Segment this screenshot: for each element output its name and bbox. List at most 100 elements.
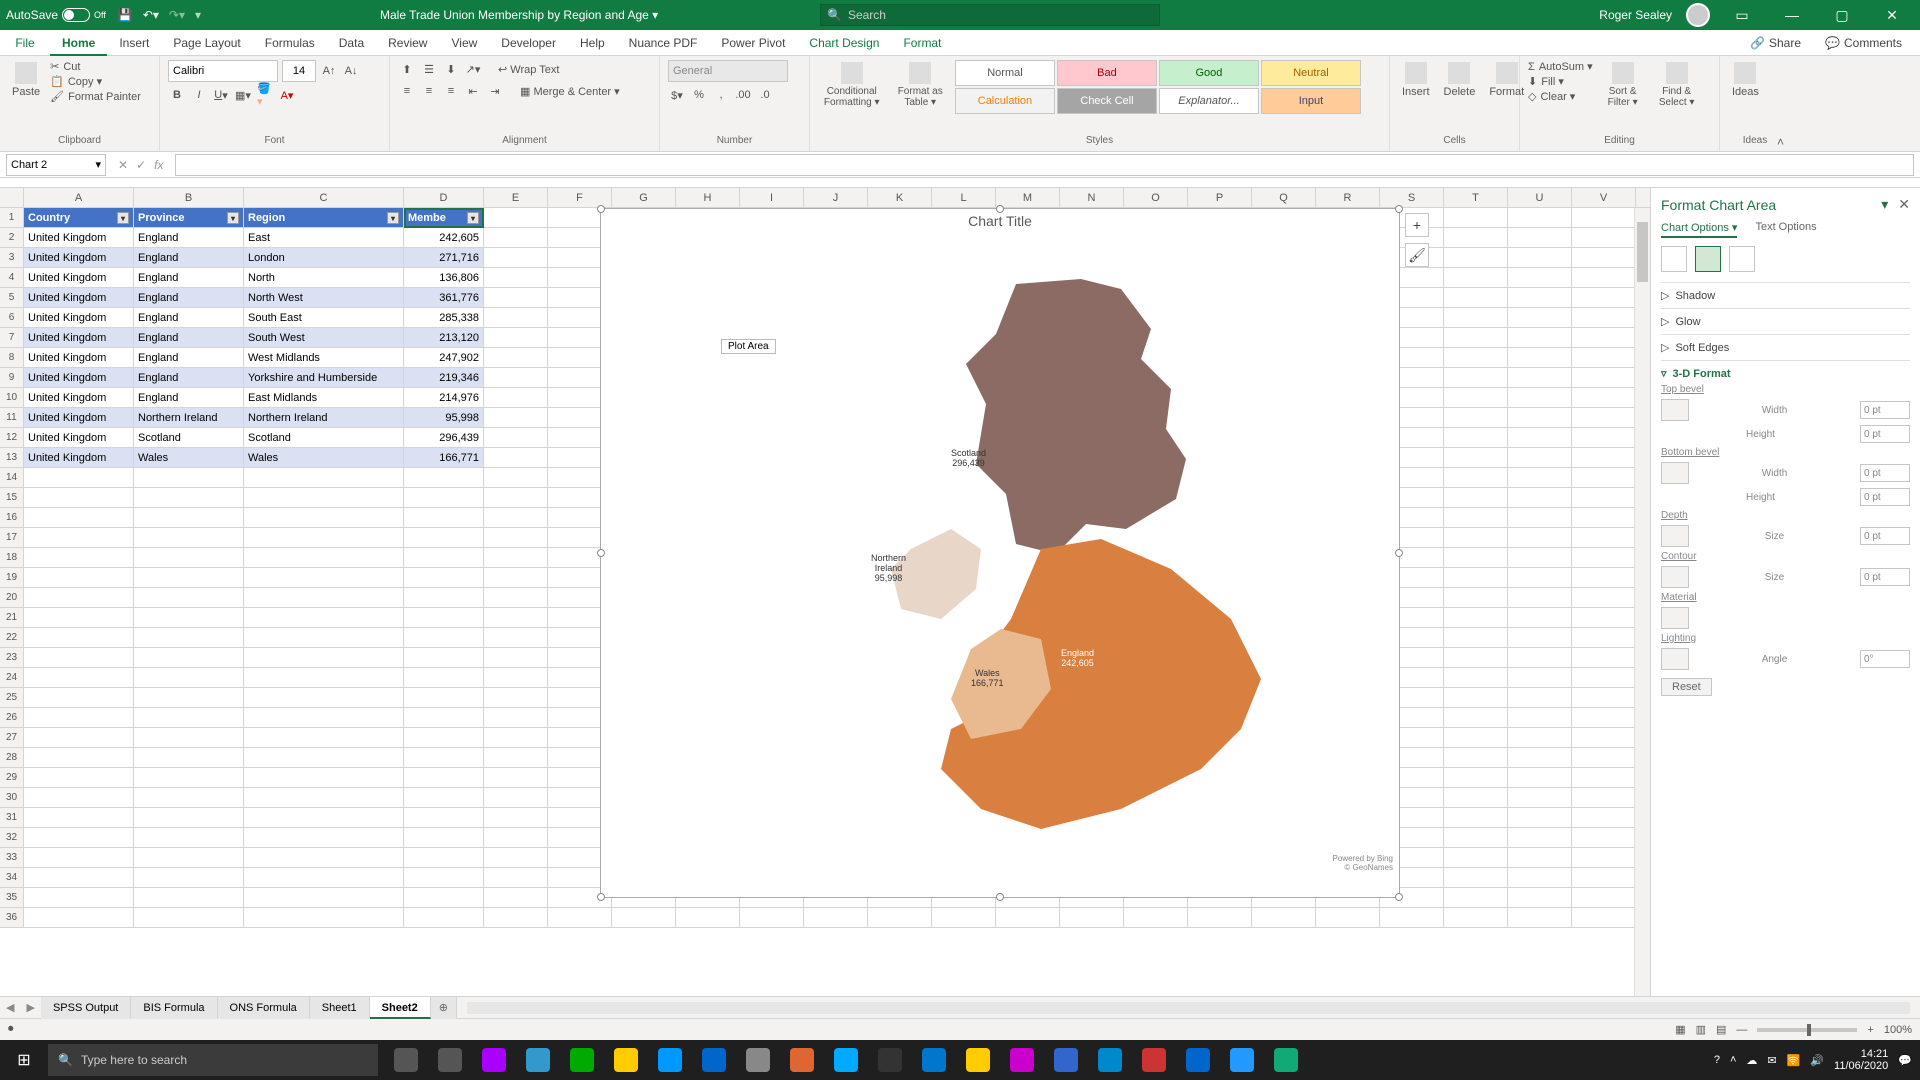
fill-button[interactable]: ⬇ Fill ▾ xyxy=(1528,75,1593,88)
chart-styles-button[interactable]: 🖌 xyxy=(1405,243,1429,267)
cell[interactable] xyxy=(484,288,548,308)
cell[interactable] xyxy=(484,728,548,748)
save-icon[interactable]: 💾 xyxy=(118,8,133,22)
zoom-slider[interactable] xyxy=(1757,1028,1857,1032)
cell[interactable] xyxy=(1444,568,1508,588)
cell[interactable] xyxy=(24,708,134,728)
cell[interactable] xyxy=(484,528,548,548)
row-header[interactable]: 2 xyxy=(0,228,24,248)
cell[interactable] xyxy=(244,608,404,628)
cell[interactable]: England xyxy=(134,288,244,308)
style-input[interactable]: Input xyxy=(1261,88,1361,114)
cell[interactable] xyxy=(1508,788,1572,808)
align-left-icon[interactable]: ≡ xyxy=(398,82,416,100)
cell[interactable] xyxy=(24,828,134,848)
cell[interactable] xyxy=(484,348,548,368)
underline-icon[interactable]: U▾ xyxy=(212,86,230,104)
taskbar-app[interactable] xyxy=(1222,1040,1262,1080)
col-header[interactable]: D xyxy=(404,188,484,207)
tab-nuance[interactable]: Nuance PDF xyxy=(617,30,710,56)
cell[interactable] xyxy=(1444,648,1508,668)
cell[interactable] xyxy=(484,688,548,708)
cell[interactable] xyxy=(244,488,404,508)
cell[interactable] xyxy=(484,508,548,528)
cell[interactable] xyxy=(1572,408,1636,428)
dec-decimal-icon[interactable]: .0 xyxy=(756,86,774,104)
cell[interactable] xyxy=(1572,308,1636,328)
cell[interactable]: United Kingdom xyxy=(24,288,134,308)
top-bevel-height[interactable] xyxy=(1860,425,1910,443)
cell[interactable] xyxy=(404,808,484,828)
tray-mail-icon[interactable]: ✉ xyxy=(1767,1054,1776,1067)
material-swatch[interactable] xyxy=(1661,607,1689,629)
cell[interactable] xyxy=(1508,648,1572,668)
bottom-bevel-swatch[interactable] xyxy=(1661,462,1689,484)
top-bevel-width[interactable] xyxy=(1860,401,1910,419)
cell[interactable] xyxy=(1188,908,1252,928)
cell[interactable] xyxy=(484,768,548,788)
resize-handle[interactable] xyxy=(1395,893,1403,901)
cell[interactable] xyxy=(484,708,548,728)
cell[interactable] xyxy=(1060,908,1124,928)
cell[interactable]: 242,605 xyxy=(404,228,484,248)
cell[interactable] xyxy=(24,588,134,608)
horizontal-scrollbar[interactable] xyxy=(467,1002,1910,1014)
cell[interactable]: 214,976 xyxy=(404,388,484,408)
cell[interactable] xyxy=(1124,908,1188,928)
cell[interactable]: United Kingdom xyxy=(24,328,134,348)
close-icon[interactable]: ✕ xyxy=(1874,7,1910,24)
cancel-formula-icon[interactable]: ✕ xyxy=(118,158,128,172)
cell[interactable] xyxy=(134,608,244,628)
cell[interactable] xyxy=(1444,228,1508,248)
start-button[interactable]: ⊞ xyxy=(0,1050,48,1070)
col-header[interactable]: M xyxy=(996,188,1060,207)
cell[interactable] xyxy=(404,528,484,548)
cell[interactable] xyxy=(1444,628,1508,648)
user-name[interactable]: Roger Sealey xyxy=(1599,8,1672,22)
cell[interactable] xyxy=(1508,408,1572,428)
undo-icon[interactable]: ↶▾ xyxy=(143,8,159,22)
lighting-swatch[interactable] xyxy=(1661,648,1689,670)
col-header[interactable]: O xyxy=(1124,188,1188,207)
tab-format[interactable]: Format xyxy=(891,30,953,56)
cell[interactable] xyxy=(1444,828,1508,848)
row-header[interactable]: 21 xyxy=(0,608,24,628)
align-bot-icon[interactable]: ⬇ xyxy=(442,60,460,78)
filter-icon[interactable]: ▾ xyxy=(117,212,129,224)
cell[interactable] xyxy=(24,608,134,628)
taskbar-search[interactable]: 🔍Type here to search xyxy=(48,1044,378,1076)
fill-outline-icon[interactable] xyxy=(1661,246,1687,272)
cell[interactable] xyxy=(1508,328,1572,348)
conditional-formatting-button[interactable]: Conditional Formatting ▾ xyxy=(818,60,885,110)
cell[interactable] xyxy=(1444,488,1508,508)
align-center-icon[interactable]: ≡ xyxy=(420,82,438,100)
sheet-tab[interactable]: Sheet2 xyxy=(370,997,431,1019)
style-bad[interactable]: Bad xyxy=(1057,60,1157,86)
cell[interactable] xyxy=(484,588,548,608)
cell[interactable] xyxy=(1572,788,1636,808)
tab-power-pivot[interactable]: Power Pivot xyxy=(709,30,797,56)
cell-styles-gallery[interactable]: Normal Bad Good Neutral Calculation Chec… xyxy=(955,60,1381,114)
cell[interactable] xyxy=(134,768,244,788)
view-page-break-icon[interactable]: ▤ xyxy=(1716,1023,1726,1036)
cell[interactable] xyxy=(1508,448,1572,468)
taskbar-app[interactable] xyxy=(518,1040,558,1080)
cell[interactable] xyxy=(134,568,244,588)
effects-icon[interactable] xyxy=(1695,246,1721,272)
tab-formulas[interactable]: Formulas xyxy=(253,30,327,56)
taskbar-app[interactable] xyxy=(1134,1040,1174,1080)
font-color-icon[interactable]: A▾ xyxy=(278,86,296,104)
col-header[interactable]: A xyxy=(24,188,134,207)
cell[interactable] xyxy=(24,628,134,648)
cell[interactable] xyxy=(134,688,244,708)
row-header[interactable]: 16 xyxy=(0,508,24,528)
col-header[interactable]: N xyxy=(1060,188,1124,207)
col-header[interactable]: U xyxy=(1508,188,1572,207)
zoom-level[interactable]: 100% xyxy=(1884,1024,1912,1036)
border-icon[interactable]: ▦▾ xyxy=(234,86,252,104)
cell[interactable]: South East xyxy=(244,308,404,328)
cell[interactable] xyxy=(484,888,548,908)
redo-icon[interactable]: ↷▾ xyxy=(169,8,185,22)
search-box[interactable]: 🔍 Search xyxy=(820,4,1160,26)
cell[interactable] xyxy=(484,428,548,448)
